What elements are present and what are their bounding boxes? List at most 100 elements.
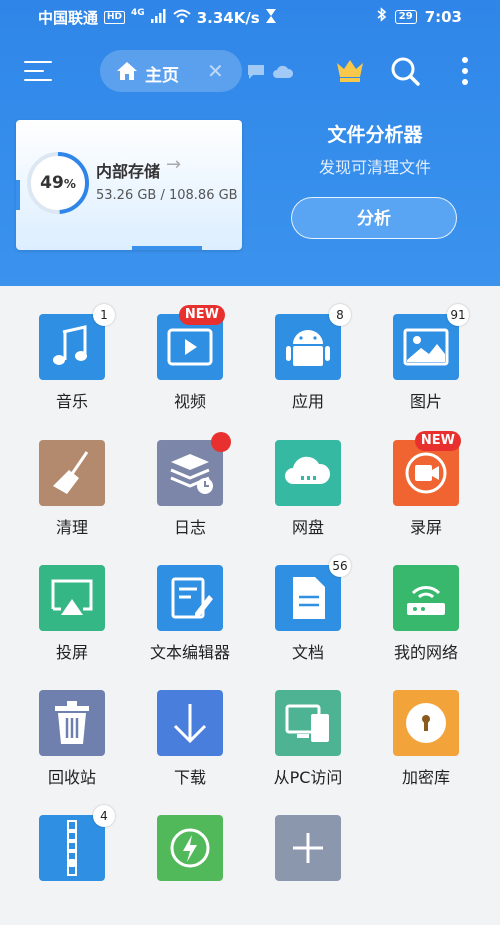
grid-tile: 1 xyxy=(39,304,115,380)
grid-item-label: 文本编辑器 xyxy=(149,643,230,662)
grid-tile: 4 xyxy=(39,805,115,881)
grid-item[interactable]: NEW 录屏 xyxy=(372,431,490,550)
card-notch xyxy=(132,246,202,250)
grid-item-label: 从PC访问 xyxy=(273,768,343,787)
zip-icon xyxy=(67,820,77,876)
grid-item-label: 下载 xyxy=(173,768,206,787)
grid-item[interactable]: 日志 xyxy=(136,432,254,550)
grid-item[interactable]: 1 音乐 xyxy=(18,304,136,424)
wifi-icon xyxy=(173,9,191,27)
count-badge: 4 xyxy=(93,805,115,827)
trash-icon xyxy=(55,701,89,744)
cloud-disk-icon xyxy=(285,456,331,484)
more-icon[interactable] xyxy=(461,56,469,90)
grid-item[interactable]: 回收站 xyxy=(18,690,136,800)
cloud-icon[interactable] xyxy=(272,64,294,83)
grid-item-label: 网盘 xyxy=(291,518,324,537)
cast-icon xyxy=(51,579,93,615)
analyzer-title: 文件分析器 xyxy=(327,124,423,146)
grid-item[interactable]: 下载 xyxy=(136,690,254,800)
internal-storage-card[interactable]: 49% 内部存储 → 53.26 GB / 108.86 GB xyxy=(16,120,242,250)
log-icon xyxy=(170,454,213,494)
grid-tile xyxy=(275,815,341,881)
grid-item[interactable]: 加密库 xyxy=(372,690,490,800)
bluetooth-icon xyxy=(377,7,387,26)
storage-percent: 49% xyxy=(26,151,90,215)
hourglass-icon xyxy=(265,8,276,27)
grid-item[interactable]: 从PC访问 xyxy=(254,690,372,800)
search-icon[interactable] xyxy=(390,56,420,90)
grid-item[interactable] xyxy=(254,815,372,925)
grid-tile: 91 xyxy=(393,304,469,380)
toolbar: 主页 ✕ xyxy=(0,48,500,94)
percent-sign: % xyxy=(63,177,76,191)
music-icon xyxy=(53,325,87,365)
grid-tile: NEW xyxy=(157,305,225,380)
carrier-name: 中国联通 xyxy=(38,9,99,27)
card-notch xyxy=(16,180,20,210)
grid-tile: 8 xyxy=(275,304,351,380)
arrow-right-icon: → xyxy=(166,154,182,175)
grid-tile: 56 xyxy=(275,555,351,631)
tab-label: 主页 xyxy=(145,66,179,86)
grid-tile xyxy=(275,440,341,506)
grid-item[interactable]: 文本编辑器 xyxy=(136,565,254,675)
notification-dot xyxy=(211,432,231,452)
grid-tile xyxy=(393,565,459,631)
signal-icon xyxy=(150,8,167,27)
grid-tile xyxy=(275,690,341,756)
grid-item[interactable]: 4 xyxy=(18,805,136,925)
close-icon[interactable]: ✕ xyxy=(207,59,224,83)
percent-value: 49 xyxy=(40,173,64,193)
grid-item-label: 日志 xyxy=(173,518,206,537)
text-editor-icon xyxy=(171,577,213,619)
network-speed: 3.34K/s xyxy=(196,8,260,27)
grid-item-label: 图片 xyxy=(409,392,442,411)
grid-tile: NEW xyxy=(393,431,461,506)
storage-title: 内部存储 xyxy=(96,162,161,181)
tab-home[interactable]: 主页 ✕ xyxy=(100,50,242,92)
pc-access-icon xyxy=(285,704,329,742)
grid-tile xyxy=(157,690,223,756)
grid-item-label: 视频 xyxy=(173,392,206,411)
storage-size: 53.26 GB / 108.86 GB xyxy=(96,188,238,203)
menu-icon[interactable] xyxy=(24,58,52,84)
battery-icon: 29 xyxy=(394,9,417,24)
image-icon xyxy=(403,328,449,366)
header-area: 中国联通 HD 4G 3.34K/s 29 7:03 主页 ✕ 49% 内部存储… xyxy=(0,0,500,286)
android-icon xyxy=(286,330,330,366)
grid-item[interactable]: 我的网络 xyxy=(372,565,490,675)
chat-icon[interactable] xyxy=(247,64,265,84)
grid-item[interactable]: 清理 xyxy=(18,440,136,550)
grid-item[interactable]: 91 图片 xyxy=(372,304,490,424)
count-badge: 1 xyxy=(93,304,115,326)
grid-tile xyxy=(39,440,105,506)
grid-tile xyxy=(393,690,459,756)
grid-tile xyxy=(157,815,223,881)
grid-item-label: 音乐 xyxy=(55,392,88,411)
sync-icon xyxy=(170,828,210,868)
crown-icon[interactable] xyxy=(335,57,365,87)
grid-tile xyxy=(157,565,223,631)
grid-tile xyxy=(39,690,105,756)
grid-item-label: 我的网络 xyxy=(393,643,458,662)
home-icon xyxy=(116,61,138,85)
count-badge: 8 xyxy=(329,304,351,326)
grid-item[interactable] xyxy=(136,815,254,925)
add-icon xyxy=(293,833,323,863)
grid-item-label: 文档 xyxy=(291,643,324,662)
grid-item[interactable]: 投屏 xyxy=(18,565,136,675)
grid-item-label: 投屏 xyxy=(55,643,88,662)
analyze-button[interactable]: 分析 xyxy=(291,197,457,239)
analyzer-subtitle: 发现可清理文件 xyxy=(318,158,431,177)
grid-tile xyxy=(39,565,105,631)
grid-item-label: 清理 xyxy=(55,518,88,537)
grid-item-label: 加密库 xyxy=(401,768,450,787)
grid-item[interactable]: 56 文档 xyxy=(254,555,372,675)
clock: 7:03 xyxy=(424,7,462,26)
grid-item[interactable]: 网盘 xyxy=(254,440,372,550)
grid-item[interactable]: NEW 视频 xyxy=(136,305,254,424)
network-type: 4G xyxy=(131,7,145,18)
grid-item[interactable]: 8 应用 xyxy=(254,304,372,424)
lock-icon xyxy=(406,703,446,743)
